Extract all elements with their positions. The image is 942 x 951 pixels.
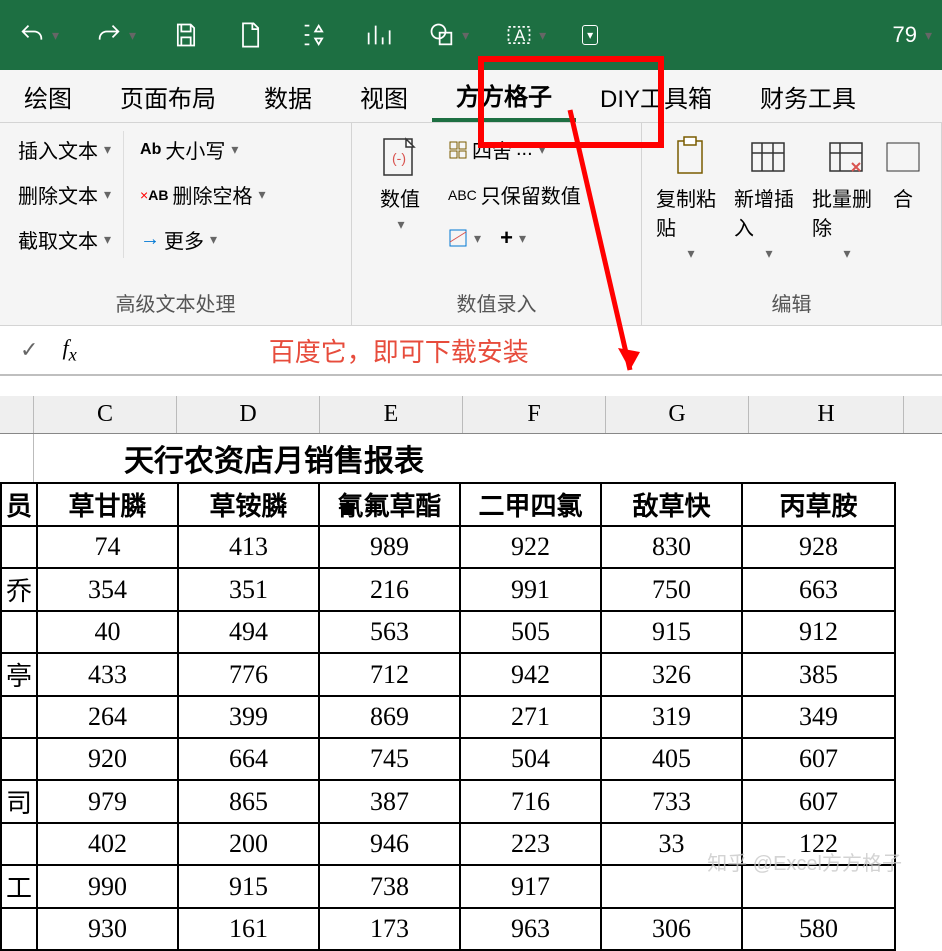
colheader-h[interactable]: H (749, 396, 904, 433)
colheader-d[interactable]: D (177, 396, 320, 433)
delete-text-button[interactable]: 删除文本▾ (12, 176, 117, 213)
formula-input[interactable]: 百度它，即可下载安装 (89, 332, 934, 369)
insert-text-button[interactable]: 插入文本▾ (12, 131, 117, 168)
tab-fangfanggezi[interactable]: 方方格子 (432, 70, 576, 122)
save-icon[interactable] (164, 17, 208, 53)
tab-view[interactable]: 视图 (336, 70, 432, 122)
table-row[interactable]: 74413989922830928 (1, 526, 895, 568)
ribbon-group-edit: 复制粘贴▾ 新增插入▾ 批量删除▾ 合 编辑 (642, 123, 942, 325)
ribbon-tabs: 绘图 页面布局 数据 视图 方方格子 DIY工具箱 财务工具 (0, 70, 942, 123)
redo-button[interactable]: ▾ (87, 17, 144, 53)
textbox-icon[interactable]: A▾ (497, 17, 554, 53)
ribbon: 插入文本▾ 删除文本▾ 截取文本▾ Ab 大小写▾ ×AB 删除空格▾ → 更多… (0, 123, 942, 326)
ribbon-group-value-input: (-) 数值▾ 四舍...▾ ABC 只保留数值 ▾ +▾ 数值录入 (352, 123, 642, 325)
ribbon-group-label: 数值录入 (364, 284, 629, 317)
tab-diy-toolbox[interactable]: DIY工具箱 (576, 70, 736, 122)
colheader-c[interactable]: C (34, 396, 177, 433)
tab-finance-tools[interactable]: 财务工具 (736, 70, 880, 122)
numeric-button[interactable]: (-) 数值▾ (364, 131, 436, 237)
tab-draw[interactable]: 绘图 (0, 70, 96, 122)
undo-button[interactable]: ▾ (10, 17, 67, 53)
table-row[interactable]: 40494563505915912 (1, 611, 895, 653)
more-icon[interactable]: ▾ (574, 21, 606, 49)
table-row[interactable]: 264399869271319349 (1, 696, 895, 738)
fx-icon[interactable]: fx (50, 335, 88, 365)
tab-data[interactable]: 数据 (240, 70, 336, 122)
keep-values-button[interactable]: ABC 只保留数值 (442, 176, 587, 213)
ribbon-group-label: 编辑 (654, 284, 929, 317)
colheader-f[interactable]: F (463, 396, 606, 433)
colheader-g[interactable]: G (606, 396, 749, 433)
value-tools-row[interactable]: ▾ +▾ (442, 221, 587, 255)
more-text-button[interactable]: → 更多▾ (134, 221, 271, 258)
zoom-selector[interactable]: 79▾ (892, 22, 932, 48)
chart-icon[interactable] (356, 17, 400, 53)
colheader-corner[interactable] (0, 396, 34, 433)
svg-text:A: A (514, 27, 525, 45)
zoom-value: 79 (892, 22, 916, 48)
merge-button[interactable]: 合 (888, 131, 918, 216)
table-row[interactable]: 司979865387716733607 (1, 780, 895, 823)
table-row[interactable]: 亭433776712942326385 (1, 653, 895, 696)
colheader-e[interactable]: E (320, 396, 463, 433)
watermark: 知乎 @Excel方方格子 (707, 847, 902, 876)
ribbon-group-label: 高级文本处理 (12, 284, 339, 317)
table-row[interactable]: 乔354351216991750663 (1, 568, 895, 611)
trim-text-button[interactable]: 截取文本▾ (12, 221, 117, 258)
tab-page-layout[interactable]: 页面布局 (96, 70, 240, 122)
insert-new-button[interactable]: 新增插入▾ (732, 131, 804, 266)
svg-text:(-): (-) (392, 150, 406, 166)
column-headers: C D E F G H (0, 396, 942, 434)
delete-spaces-button[interactable]: ×AB 删除空格▾ (134, 176, 271, 213)
round-button[interactable]: 四舍...▾ (442, 131, 587, 168)
sheet-title: 天行农资店月销售报表 (34, 434, 942, 482)
new-file-icon[interactable] (228, 17, 272, 53)
ribbon-group-text-processing: 插入文本▾ 删除文本▾ 截取文本▾ Ab 大小写▾ ×AB 删除空格▾ → 更多… (0, 123, 352, 325)
quick-access-toolbar: ▾ ▾ ▾ A▾ ▾ 79▾ (0, 0, 942, 70)
case-button[interactable]: Ab 大小写▾ (134, 131, 271, 168)
cancel-icon[interactable]: ✓ (8, 337, 50, 363)
sort-icon[interactable] (292, 17, 336, 53)
data-table[interactable]: 员 草甘膦 草铵膦 氰氟草酯 二甲四氯 敌草快 丙草胺 744139899228… (0, 482, 896, 951)
formula-bar: ✓ fx 百度它，即可下载安装 (0, 326, 942, 376)
table-row[interactable]: 920664745504405607 (1, 738, 895, 780)
shape-icon[interactable]: ▾ (420, 17, 477, 53)
table-row[interactable]: 930161173963306580 (1, 908, 895, 950)
batch-delete-button[interactable]: 批量删除▾ (810, 131, 882, 266)
copy-paste-button[interactable]: 复制粘贴▾ (654, 131, 726, 266)
table-header-row: 员 草甘膦 草铵膦 氰氟草酯 二甲四氯 敌草快 丙草胺 (1, 483, 895, 526)
